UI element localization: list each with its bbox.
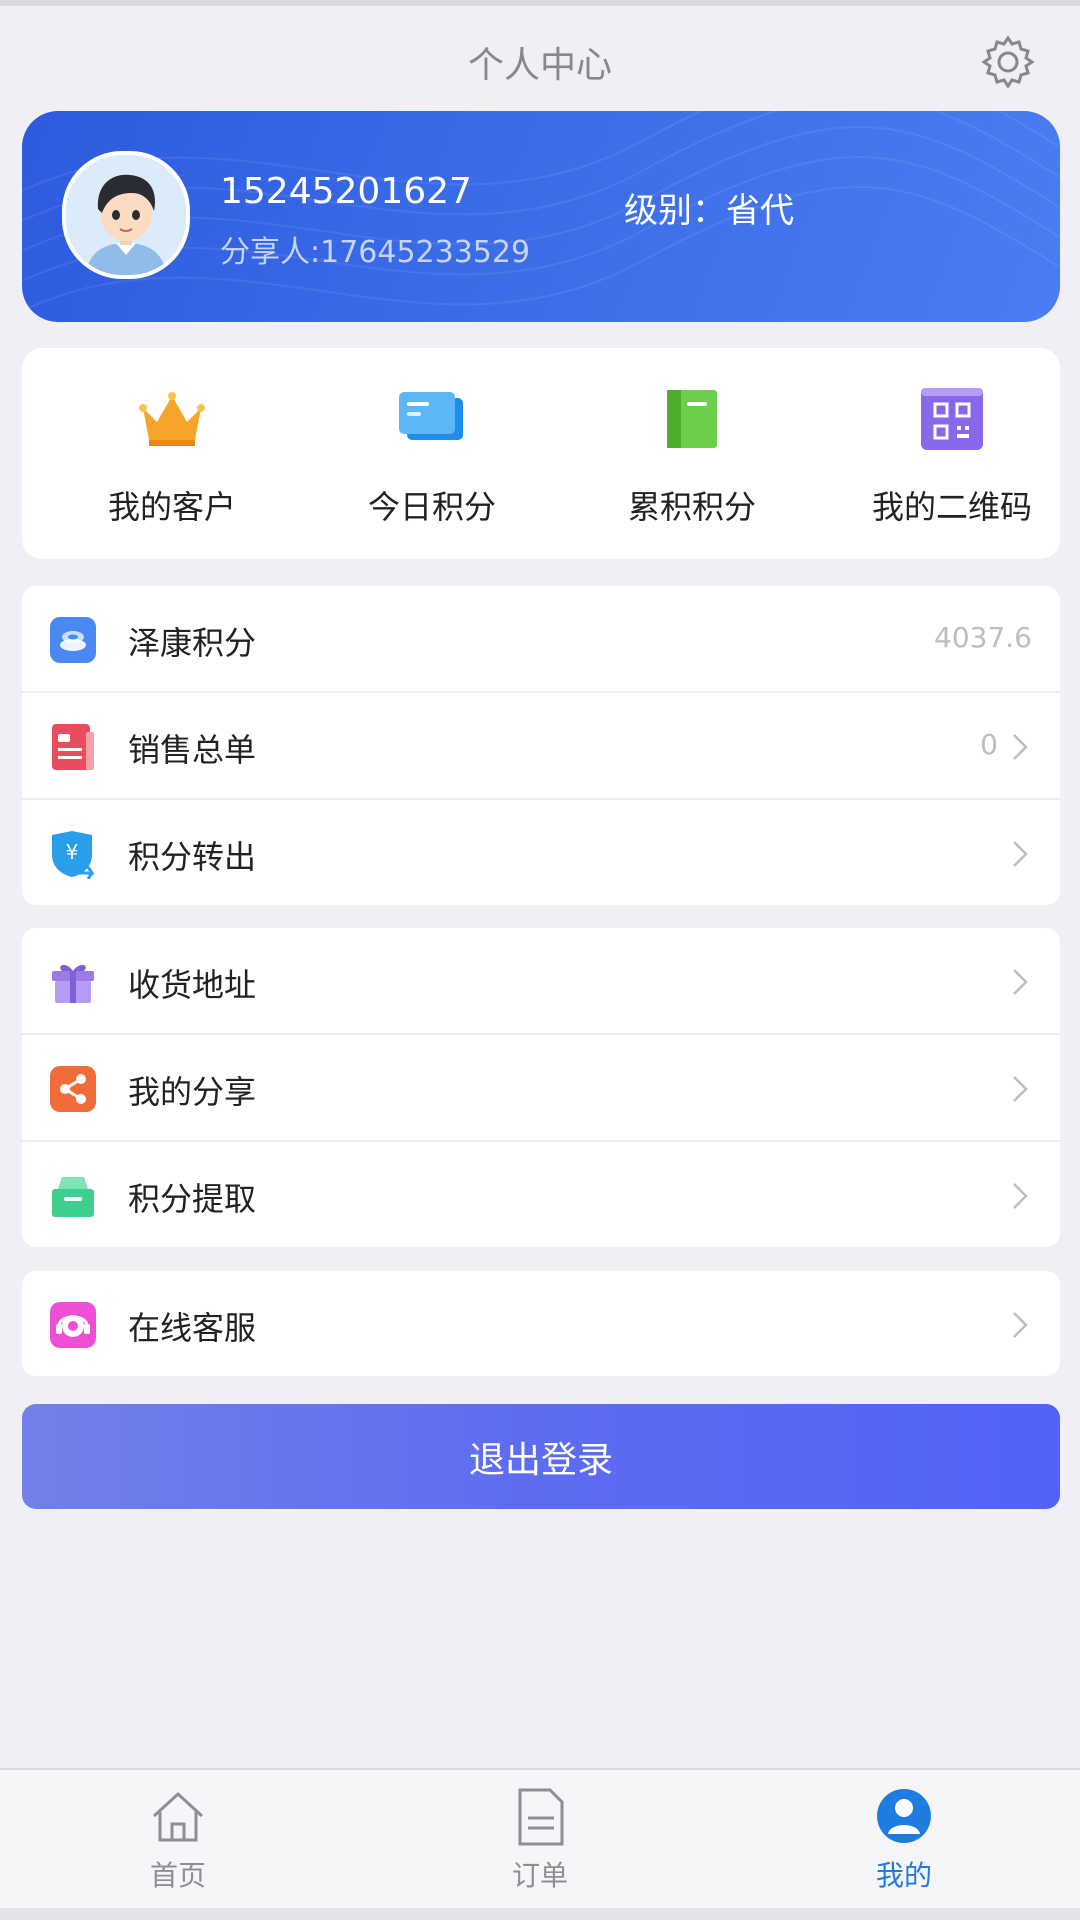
menu-item-label: 泽康积分	[128, 624, 257, 662]
gift-icon	[52, 964, 94, 1003]
tab-mine[interactable]: 我的	[804, 1770, 1004, 1910]
document-icon	[52, 724, 94, 770]
shield-yen-icon: ¥	[52, 831, 95, 879]
menu-item-online-service[interactable]: 在线客服	[22, 1271, 1060, 1376]
menu-item-sales-orders[interactable]: 销售总单 0	[22, 693, 1060, 800]
cards-icon	[399, 392, 463, 440]
menu-item-label: 销售总单	[128, 731, 257, 769]
crown-icon	[139, 392, 205, 446]
chevron-right-icon	[1013, 1076, 1028, 1102]
book-icon	[667, 390, 717, 448]
user-icon	[877, 1789, 931, 1843]
menu-group-account: 收货地址 我的分享 积分提取	[22, 928, 1060, 1247]
avatar[interactable]	[62, 151, 190, 279]
home-indicator-area	[0, 1908, 1080, 1920]
menu-item-label: 积分转出	[128, 838, 257, 876]
headset-icon	[50, 1302, 96, 1348]
chevron-right-icon	[1013, 969, 1028, 995]
quick-item-my-customers[interactable]: 我的客户	[42, 384, 302, 534]
menu-item-label: 在线客服	[128, 1309, 257, 1347]
quick-item-label: 我的二维码	[871, 488, 1032, 526]
menu-item-label: 积分提取	[128, 1180, 257, 1218]
share-icon	[50, 1066, 96, 1112]
sharer-info: 分享人:17645233529	[220, 235, 531, 270]
tab-orders[interactable]: 订单	[440, 1770, 640, 1910]
menu-item-label: 收货地址	[128, 966, 257, 1004]
order-icon	[518, 1788, 564, 1846]
menu-group-service: 在线客服	[22, 1271, 1060, 1376]
quick-item-label: 累积积分	[627, 488, 756, 526]
tab-home[interactable]: 首页	[78, 1770, 278, 1910]
menu-item-zekang-points[interactable]: 泽康积分 4037.6	[22, 586, 1060, 693]
user-level: 级别：省代	[624, 191, 794, 231]
chevron-right-icon	[1013, 841, 1028, 867]
quick-item-label: 我的客户	[107, 488, 236, 526]
home-icon	[152, 1791, 204, 1842]
menu-item-points-transfer[interactable]: ¥ 积分转出	[22, 800, 1060, 905]
menu-item-label: 我的分享	[128, 1073, 257, 1111]
page-title: 个人中心	[467, 45, 612, 86]
profile-card[interactable]: 15245201627 分享人:17645233529 级别：省代	[22, 111, 1060, 322]
tab-label: 订单	[511, 1859, 568, 1892]
user-phone: 15245201627	[220, 171, 472, 212]
quick-actions: 我的客户 今日积分 累积积分 我的二维码	[22, 348, 1060, 559]
menu-item-shipping-address[interactable]: 收货地址	[22, 928, 1060, 1035]
chevron-right-icon	[1013, 1183, 1028, 1209]
menu-item-points-withdraw[interactable]: 积分提取	[22, 1142, 1060, 1247]
qr-code-icon	[921, 388, 983, 450]
chevron-right-icon	[1013, 734, 1028, 760]
sales-order-count: 0	[980, 728, 998, 761]
logout-button[interactable]: 退出登录	[22, 1404, 1060, 1509]
tab-label: 我的	[875, 1859, 932, 1892]
quick-item-qr-code[interactable]: 我的二维码	[822, 384, 1080, 534]
bottom-tab-bar: 首页 订单 我的	[0, 1768, 1080, 1910]
points-value: 4037.6	[934, 621, 1032, 654]
gear-icon[interactable]	[980, 34, 1036, 90]
coins-icon	[50, 617, 96, 663]
quick-item-today-points[interactable]: 今日积分	[302, 384, 562, 534]
svg-text:¥: ¥	[66, 840, 79, 864]
tray-icon	[52, 1177, 94, 1217]
tab-label: 首页	[149, 1859, 206, 1892]
page-header: 个人中心	[0, 6, 1080, 110]
quick-item-total-points[interactable]: 累积积分	[562, 384, 822, 534]
quick-item-label: 今日积分	[367, 488, 496, 526]
menu-item-my-share[interactable]: 我的分享	[22, 1035, 1060, 1142]
menu-group-points: 泽康积分 4037.6 销售总单 0 ¥ 积分转出	[22, 586, 1060, 905]
chevron-right-icon	[1013, 1312, 1028, 1338]
avatar-illustration	[66, 155, 186, 275]
